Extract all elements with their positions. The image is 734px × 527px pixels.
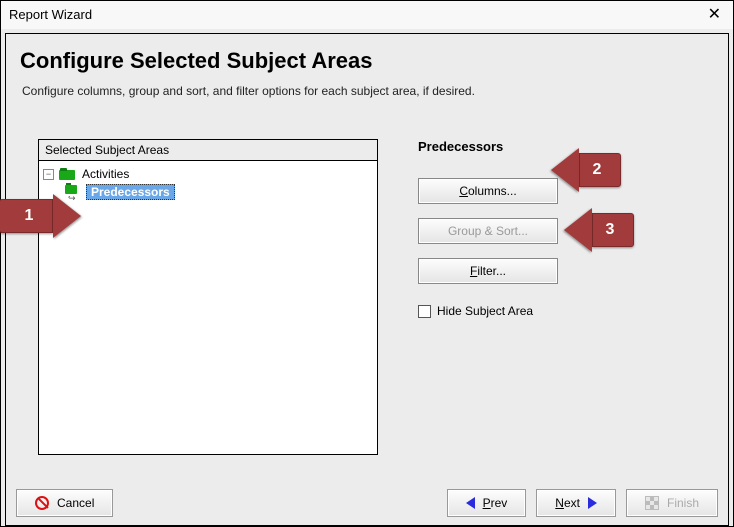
triangle-left-icon <box>466 497 475 509</box>
filter-button[interactable]: Filter... <box>418 258 558 284</box>
right-panel: Predecessors Columns... Group & Sort... … <box>418 139 708 318</box>
triangle-right-icon <box>588 497 597 509</box>
finish-label: Finish <box>667 496 699 510</box>
button-column: Columns... Group & Sort... Filter... <box>418 178 558 284</box>
tree-node-activities[interactable]: − Activities <box>41 165 375 183</box>
close-icon[interactable]: ✕ <box>704 1 725 29</box>
tree-label-predecessors: Predecessors <box>86 184 175 200</box>
next-button[interactable]: Next <box>536 489 616 517</box>
prev-button[interactable]: Prev <box>447 489 527 517</box>
page-title: Configure Selected Subject Areas <box>20 48 728 74</box>
right-heading: Predecessors <box>418 139 708 154</box>
cancel-label: Cancel <box>57 496 94 510</box>
checkbox-icon[interactable] <box>418 305 431 318</box>
link-folder-icon: ↪ <box>65 185 81 199</box>
folder-icon <box>59 168 75 180</box>
group-sort-button: Group & Sort... <box>418 218 558 244</box>
collapse-icon[interactable]: − <box>43 169 54 180</box>
finish-button: Finish <box>626 489 718 517</box>
titlebar: Report Wizard ✕ <box>1 1 733 29</box>
prev-label: Prev <box>483 496 508 510</box>
cancel-button[interactable]: Cancel <box>16 489 113 517</box>
hide-subject-area-row[interactable]: Hide Subject Area <box>418 304 708 318</box>
main-area: Selected Subject Areas − Activities ↪ Pr… <box>38 139 708 470</box>
tree-label-activities: Activities <box>80 167 131 181</box>
inner-panel: Configure Selected Subject Areas Configu… <box>5 33 729 526</box>
next-label: Next <box>555 496 580 510</box>
tree-node-predecessors[interactable]: ↪ Predecessors <box>41 183 375 201</box>
columns-button[interactable]: Columns... <box>418 178 558 204</box>
footer: Cancel Prev Next Finish <box>6 481 728 525</box>
cancel-icon <box>35 496 49 510</box>
window-title: Report Wizard <box>9 1 92 29</box>
footer-right: Prev Next Finish <box>447 489 718 517</box>
content-area: Configure Selected Subject Areas Configu… <box>1 29 733 526</box>
finish-icon <box>645 496 659 510</box>
tree-body[interactable]: − Activities ↪ Predecessors <box>38 160 378 455</box>
hide-subject-area-label: Hide Subject Area <box>437 304 533 318</box>
subject-areas-panel: Selected Subject Areas − Activities ↪ Pr… <box>38 139 378 470</box>
page-subtitle: Configure columns, group and sort, and f… <box>22 84 728 98</box>
tree-header: Selected Subject Areas <box>38 139 378 160</box>
